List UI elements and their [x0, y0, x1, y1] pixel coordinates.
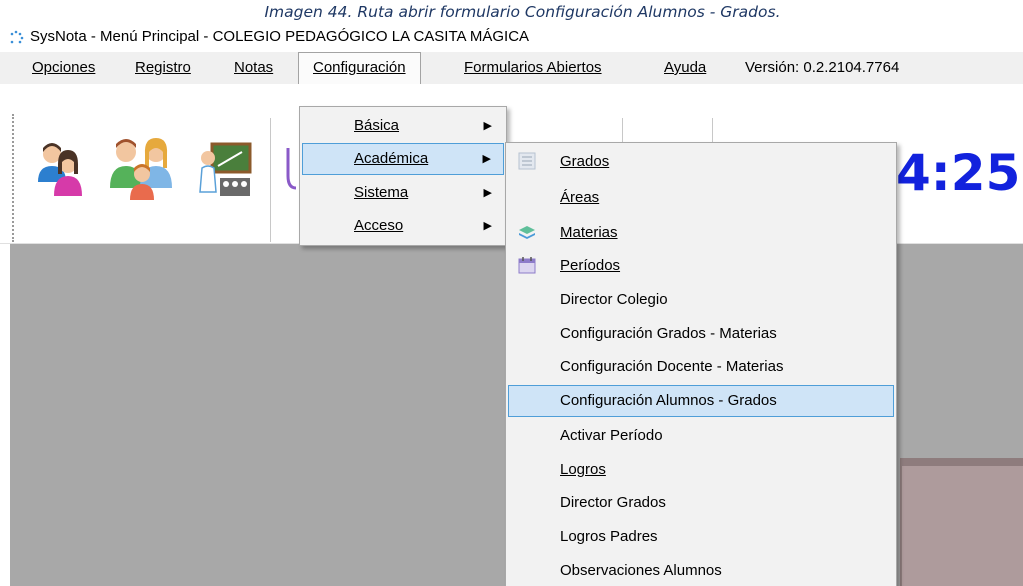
teacher-icon[interactable] — [198, 142, 252, 198]
layers-icon — [519, 226, 535, 239]
menu-config-docente-materias[interactable]: Configuración Docente - Materias — [508, 351, 894, 383]
figure-caption: Imagen 44. Ruta abrir formulario Configu… — [264, 3, 781, 21]
menu-director-grados-label: Director Grados — [560, 494, 666, 511]
menu-ayuda-label: Ayuda — [664, 59, 707, 76]
menu-director-colegio-label: Director Colegio — [560, 291, 668, 308]
menu-ayuda[interactable]: Ayuda — [664, 52, 706, 84]
menu-acceso[interactable]: Acceso ▶ — [302, 210, 504, 242]
menu-config-docente-materias-label: Configuración Docente - Materias — [560, 358, 784, 375]
menu-notas[interactable]: Notas — [234, 52, 273, 84]
menu-sistema-label: Sistema — [354, 184, 409, 201]
menu-formularios-label: Formularios Abiertos — [464, 59, 602, 76]
toolbar-separator — [270, 118, 271, 242]
students-icon[interactable] — [36, 138, 88, 198]
menu-periodos-label: Períodos — [560, 257, 621, 274]
academica-submenu: Grados Áreas Materias Períodos Director … — [505, 142, 897, 586]
menu-logros[interactable]: Logros — [508, 454, 894, 486]
version-label: Versión: 0.2.2104.7764 — [745, 59, 900, 76]
configuracion-dropdown: Básica ▶ Académica ▶ Sistema ▶ Acceso ▶ — [299, 106, 507, 246]
calendar-icon — [518, 257, 536, 274]
menu-acceso-label: Acceso — [354, 217, 404, 234]
menu-basica[interactable]: Básica ▶ — [302, 110, 504, 142]
menu-director-colegio[interactable]: Director Colegio — [508, 284, 894, 316]
menu-logros-padres-label: Logros Padres — [560, 528, 658, 545]
menu-config-grados-materias[interactable]: Configuración Grados - Materias — [508, 318, 894, 350]
menu-director-grados[interactable]: Director Grados — [508, 487, 894, 519]
menu-logros-label: Logros — [560, 461, 606, 478]
menu-materias[interactable]: Materias — [508, 217, 894, 249]
menu-grados-label: Grados — [560, 153, 610, 170]
title-bar: SysNota - Menú Principal - COLEGIO PEDAG… — [0, 24, 1023, 52]
menu-activar-periodo[interactable]: Activar Período — [508, 420, 894, 452]
submenu-arrow-icon: ▶ — [482, 153, 491, 165]
grades-icon — [518, 152, 536, 170]
submenu-arrow-icon: ▶ — [483, 187, 492, 199]
background-shape — [900, 458, 1023, 586]
menu-configuracion-label: Configuración — [313, 59, 406, 76]
menu-sistema[interactable]: Sistema ▶ — [302, 177, 504, 209]
menu-academica-label: Académica — [354, 150, 429, 167]
menu-logros-padres[interactable]: Logros Padres — [508, 521, 894, 553]
toolbar-grip[interactable] — [12, 114, 14, 242]
app-icon — [10, 30, 24, 44]
window-title: SysNota - Menú Principal - COLEGIO PEDAG… — [30, 28, 530, 45]
menu-bar: Opciones Registro Notas Configuración Fo… — [0, 52, 1023, 85]
menu-registro-label: Registro — [135, 59, 191, 76]
menu-opciones-label: Opciones — [32, 59, 96, 76]
menu-config-alumnos-grados-label: Configuración Alumnos - Grados — [560, 392, 777, 409]
submenu-arrow-icon: ▶ — [483, 220, 492, 232]
clock-display: 4:25 — [896, 144, 1021, 202]
submenu-arrow-icon: ▶ — [483, 120, 492, 132]
menu-registro[interactable]: Registro — [135, 52, 191, 84]
menu-notas-label: Notas — [234, 59, 274, 76]
menu-config-alumnos-grados[interactable]: Configuración Alumnos - Grados — [508, 385, 894, 417]
menu-observaciones-alumnos-label: Observaciones Alumnos — [560, 562, 722, 579]
family-icon[interactable] — [106, 134, 178, 200]
menu-config-grados-materias-label: Configuración Grados - Materias — [560, 325, 777, 342]
menu-formularios-abiertos[interactable]: Formularios Abiertos — [464, 52, 602, 84]
menu-periodos[interactable]: Períodos — [508, 250, 894, 282]
menu-observaciones-alumnos[interactable]: Observaciones Alumnos — [508, 555, 894, 586]
menu-configuracion[interactable]: Configuración — [298, 52, 421, 85]
menu-grados[interactable]: Grados — [508, 146, 894, 178]
menu-basica-label: Básica — [354, 117, 400, 134]
menu-academica[interactable]: Académica ▶ — [302, 143, 504, 175]
menu-activar-periodo-label: Activar Período — [560, 427, 663, 444]
menu-areas[interactable]: Áreas — [508, 182, 894, 214]
menu-materias-label: Materias — [560, 224, 618, 241]
menu-opciones[interactable]: Opciones — [32, 52, 95, 84]
menu-areas-label: Áreas — [560, 189, 600, 206]
